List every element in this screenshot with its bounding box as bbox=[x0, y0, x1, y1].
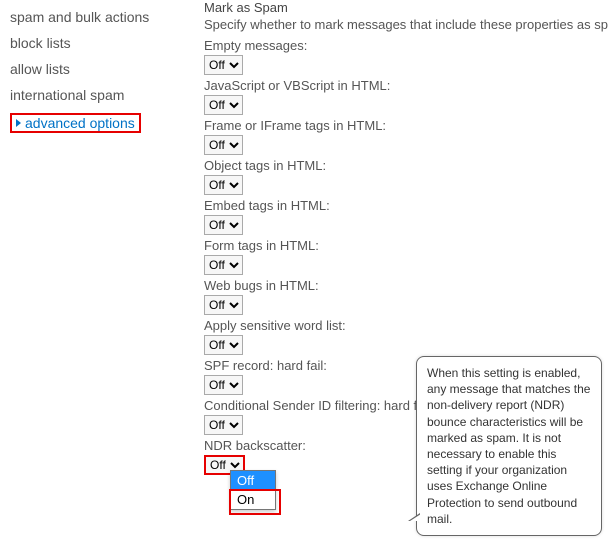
setting-javascript-or-vbscript-in-html: JavaScript or VBScript in HTML: OffOn bbox=[204, 78, 608, 115]
setting-apply-sensitive-word-list: Apply sensitive word list: OffOn bbox=[204, 318, 608, 355]
help-tooltip: When this setting is enabled, any messag… bbox=[416, 356, 602, 536]
setting-object-tags-in-html: Object tags in HTML: OffOn bbox=[204, 158, 608, 195]
setting-label: Embed tags in HTML: bbox=[204, 198, 608, 213]
sidebar-item-label: block lists bbox=[10, 35, 71, 51]
tooltip-text: When this setting is enabled, any messag… bbox=[427, 366, 590, 526]
sidebar-item-advanced-options[interactable]: advanced options bbox=[10, 108, 200, 138]
setting-label: Empty messages: bbox=[204, 38, 608, 53]
setting-select-javascript-or-vbscript-in-html[interactable]: OffOn bbox=[204, 95, 243, 115]
setting-select-conditional-sender-id-filtering-hard-fail[interactable]: OffOn bbox=[204, 415, 243, 435]
sidebar-item-block-lists[interactable]: block lists bbox=[10, 30, 200, 56]
sidebar-item-international-spam[interactable]: international spam bbox=[10, 82, 200, 108]
dropdown-option-on[interactable]: On bbox=[231, 490, 275, 509]
sidebar-item-label: allow lists bbox=[10, 61, 70, 77]
setting-select-spf-record-hard-fail[interactable]: OffOn bbox=[204, 375, 243, 395]
section-title: Mark as Spam bbox=[204, 0, 608, 15]
chevron-right-icon bbox=[16, 119, 21, 127]
tooltip-tail-icon bbox=[408, 513, 420, 521]
setting-label: JavaScript or VBScript in HTML: bbox=[204, 78, 608, 93]
setting-label: Object tags in HTML: bbox=[204, 158, 608, 173]
setting-select-empty-messages[interactable]: OffOn bbox=[204, 55, 243, 75]
setting-select-embed-tags-in-html[interactable]: OffOn bbox=[204, 215, 243, 235]
sidebar-item-allow-lists[interactable]: allow lists bbox=[10, 56, 200, 82]
sidebar-item-label: spam and bulk actions bbox=[10, 9, 149, 25]
sidebar-item-label: advanced options bbox=[25, 115, 135, 131]
sidebar-item-spam-bulk[interactable]: spam and bulk actions bbox=[10, 4, 200, 30]
setting-select-web-bugs-in-html[interactable]: OffOn bbox=[204, 295, 243, 315]
setting-select-frame-or-iframe-tags-in-html[interactable]: OffOn bbox=[204, 135, 243, 155]
dropdown-option-off[interactable]: Off bbox=[231, 471, 275, 490]
ndr-backscatter-dropdown-panel: Off On bbox=[230, 470, 276, 510]
setting-select-form-tags-in-html[interactable]: OffOn bbox=[204, 255, 243, 275]
sidebar: spam and bulk actions block lists allow … bbox=[0, 0, 200, 542]
setting-frame-or-iframe-tags-in-html: Frame or IFrame tags in HTML: OffOn bbox=[204, 118, 608, 155]
section-description: Specify whether to mark messages that in… bbox=[204, 17, 608, 32]
setting-label: Frame or IFrame tags in HTML: bbox=[204, 118, 608, 133]
setting-select-apply-sensitive-word-list[interactable]: OffOn bbox=[204, 335, 243, 355]
setting-label: Form tags in HTML: bbox=[204, 238, 608, 253]
setting-label: Web bugs in HTML: bbox=[204, 278, 608, 293]
setting-label: Apply sensitive word list: bbox=[204, 318, 608, 333]
setting-empty-messages: Empty messages: OffOn bbox=[204, 38, 608, 75]
setting-form-tags-in-html: Form tags in HTML: OffOn bbox=[204, 238, 608, 275]
setting-embed-tags-in-html: Embed tags in HTML: OffOn bbox=[204, 198, 608, 235]
highlight-annotation: advanced options bbox=[10, 113, 141, 133]
sidebar-item-label: international spam bbox=[10, 87, 124, 103]
setting-select-object-tags-in-html[interactable]: OffOn bbox=[204, 175, 243, 195]
setting-web-bugs-in-html: Web bugs in HTML: OffOn bbox=[204, 278, 608, 315]
